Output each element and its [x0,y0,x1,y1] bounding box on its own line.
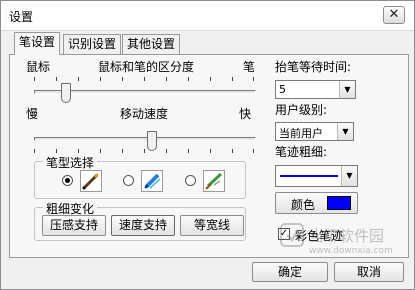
fountain-pen-icon[interactable] [80,170,102,192]
tab-label: 笔设置 [19,35,56,49]
settings-dialog: 设置 ✕ 笔设置 识别设置 其他设置 鼠标 鼠标和笔的区分度 笔 慢 移动速度 … [0,0,415,290]
cancel-button[interactable]: 取消 [334,262,404,282]
user-level-label: 用户级别: [275,103,328,117]
watermark-text-2: www.downxia.com [309,246,393,256]
brush-pen-icon[interactable] [203,170,225,192]
thickness-select[interactable]: ▼ [275,165,358,187]
pen-type-radio-3[interactable] [185,175,196,186]
tab-pen-settings[interactable]: 笔设置 [14,32,61,55]
slider-pen-label: 笔 [243,60,256,74]
tab-recognition-settings[interactable]: 识别设置 [63,34,122,54]
tab-label: 其他设置 [127,37,176,51]
pen-type-title: 笔型选择 [43,154,98,171]
distinction-ticks [34,77,254,82]
tab-other-settings[interactable]: 其他设置 [122,34,181,54]
slider-fast-label: 快 [239,107,252,121]
marker-pen-icon[interactable] [141,170,163,192]
thickness-label: 笔迹粗细: [275,145,328,159]
chevron-down-icon[interactable]: ▼ [341,166,357,186]
pen-type-radio-1[interactable] [62,175,73,186]
speed-slider-thumb[interactable] [147,131,157,151]
slider-distinction-title: 鼠标和笔的区分度 [98,60,195,74]
watermark-text-1: 当下软件园 [309,227,385,245]
distinction-slider-thumb[interactable] [61,83,71,103]
wait-time-value: 5 [279,83,286,96]
chevron-down-icon[interactable]: ▼ [339,81,355,98]
equal-width-button[interactable]: 等宽线 [180,215,244,236]
color-swatch [327,196,351,210]
speed-support-button[interactable]: 速度支持 [111,215,175,236]
pen-type-radio-2[interactable] [123,175,134,186]
chevron-down-icon[interactable]: ▼ [337,123,353,140]
color-button[interactable]: 颜色 [275,192,358,214]
pressure-support-button[interactable]: 压感支持 [42,215,106,236]
close-icon: ✕ [388,7,400,22]
slider-slow-label: 慢 [26,107,39,121]
speed-slider-track[interactable] [34,137,256,141]
user-level-value: 当前用户 [279,127,323,140]
slider-speed-title: 移动速度 [120,107,169,121]
wait-time-select[interactable]: 5 ▼ [275,80,356,99]
color-label: 颜色 [291,198,316,212]
slider-mouse-label: 鼠标 [26,60,51,74]
tab-label: 识别设置 [68,37,117,51]
ok-button[interactable]: 确定 [252,262,328,282]
window-title: 设置 [9,10,34,24]
wait-time-label: 抬笔等待时间: [275,60,352,74]
user-level-select[interactable]: 当前用户 ▼ [275,122,354,141]
close-button[interactable]: ✕ [383,6,405,24]
title-bar: 设置 ✕ [1,1,414,31]
thickness-line-preview [280,175,338,177]
